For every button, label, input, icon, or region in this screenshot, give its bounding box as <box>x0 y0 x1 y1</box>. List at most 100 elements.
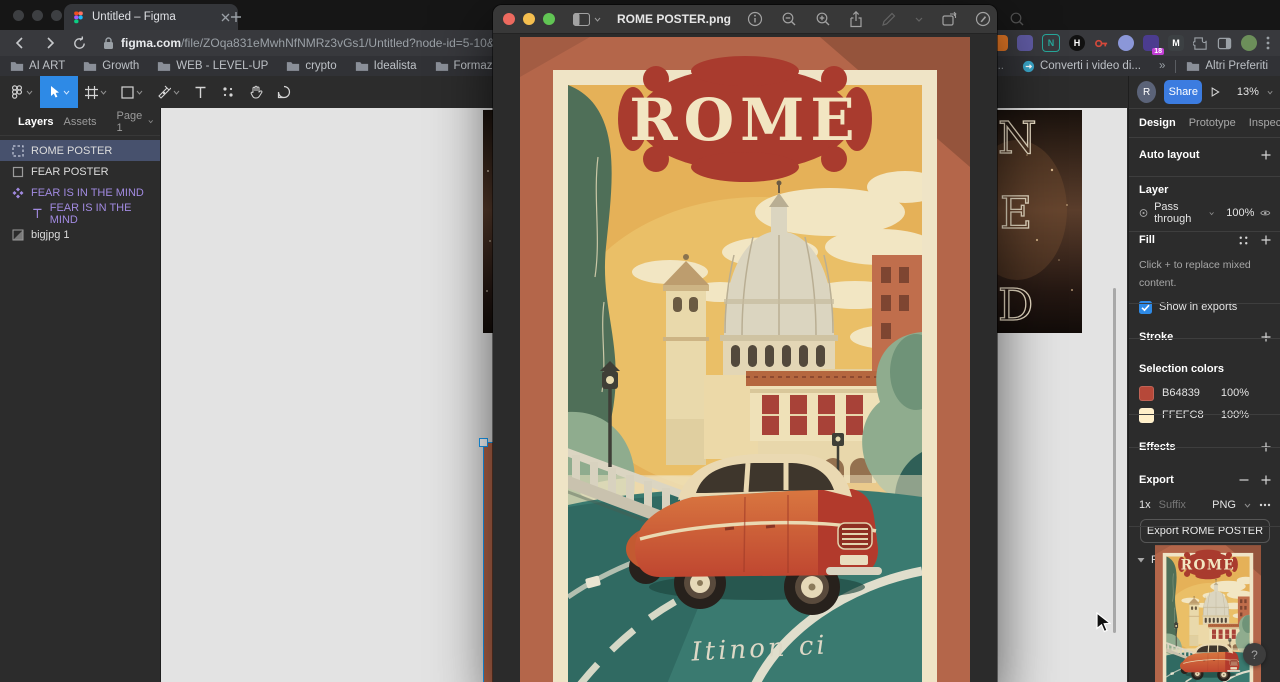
layer-row-fear-poster[interactable]: FEAR POSTER <box>0 161 160 182</box>
page-selector[interactable]: Page 1 <box>117 110 154 134</box>
tab-close-icon[interactable] <box>221 13 230 22</box>
m-extension-icon[interactable]: M <box>1168 35 1184 51</box>
color-opacity-cream[interactable]: 100% <box>1221 409 1249 421</box>
new-tab-icon[interactable] <box>230 11 242 23</box>
layer-opacity-value[interactable]: 100% <box>1226 207 1254 219</box>
tab-inspect[interactable]: Inspect <box>1249 117 1280 129</box>
help-button[interactable]: ? <box>1243 643 1266 666</box>
resources-tool[interactable] <box>214 76 242 108</box>
forward-icon[interactable] <box>42 35 58 51</box>
moon-extension-icon[interactable] <box>1118 35 1134 51</box>
browser-tab[interactable]: Untitled – Figma <box>64 4 238 30</box>
reload-icon[interactable] <box>72 36 87 51</box>
eye-icon[interactable] <box>1260 208 1271 218</box>
shape-tool[interactable] <box>114 76 150 108</box>
bookmark-growth[interactable]: Growth <box>83 60 139 72</box>
bookmark-ai-art[interactable]: AI ART <box>10 60 65 72</box>
pen-tool[interactable] <box>150 76 187 108</box>
rotate-icon[interactable] <box>941 11 957 27</box>
tab-design[interactable]: Design <box>1139 117 1176 129</box>
back-icon[interactable] <box>12 35 28 51</box>
purple-extension-icon[interactable] <box>1017 35 1033 51</box>
bookmark-crypto[interactable]: crypto <box>286 60 336 72</box>
window-minimize-icon[interactable] <box>32 10 43 21</box>
color-swatch-cream[interactable] <box>1139 408 1154 423</box>
address-bar[interactable]: figma.com/file/ZOqa831eMwhNfNMRz3vGs1/Un… <box>121 36 521 50</box>
window-zoom-icon[interactable] <box>51 10 62 21</box>
extensions-puzzle-icon[interactable] <box>1193 36 1208 51</box>
layer-row-fear-text[interactable]: FEAR IS IN THE MIND <box>0 203 160 224</box>
zoom-level[interactable]: 13% <box>1237 86 1259 98</box>
styles-icon[interactable] <box>1238 235 1249 246</box>
side-panel-icon[interactable] <box>1217 36 1232 51</box>
remove-export-icon[interactable] <box>1239 475 1249 485</box>
tab-layers[interactable]: Layers <box>18 116 53 128</box>
disclosure-triangle-icon[interactable] <box>1137 557 1145 563</box>
blend-mode-value[interactable]: Pass through <box>1154 201 1203 225</box>
add-stroke-icon[interactable] <box>1261 332 1271 342</box>
browser-menu-icon[interactable] <box>1266 36 1270 50</box>
chevron-down-icon[interactable] <box>1209 211 1214 216</box>
minimize-icon[interactable] <box>523 13 535 25</box>
export-scale[interactable]: 1x <box>1139 499 1151 511</box>
color-opacity-red[interactable]: 100% <box>1221 387 1249 399</box>
component-icon <box>12 187 24 199</box>
window-close-icon[interactable] <box>13 10 24 21</box>
h-extension-icon[interactable]: H <box>1069 35 1085 51</box>
bookmark-idealista[interactable]: Idealista <box>355 60 417 72</box>
blend-mode-icon[interactable] <box>1139 207 1148 219</box>
search-icon[interactable] <box>1009 11 1025 27</box>
figma-main-menu[interactable] <box>0 76 40 108</box>
preview-titlebar[interactable]: ROME POSTER.png <box>493 5 997 34</box>
sidebar-toggle-icon[interactable] <box>573 13 590 26</box>
share-icon[interactable] <box>849 11 863 28</box>
export-rome-poster-button[interactable]: Export ROME POSTER <box>1140 519 1270 543</box>
present-icon[interactable] <box>1210 86 1220 98</box>
color-hex-cream[interactable]: FFEFC8 <box>1162 409 1204 421</box>
tower-extension-icon[interactable]: 18 <box>1143 35 1159 51</box>
canvas-scrollbar[interactable] <box>1113 288 1116 633</box>
profile-avatar[interactable] <box>1241 35 1257 51</box>
bookmark-converti-video[interactable]: Converti i video di... <box>1022 60 1141 73</box>
bookmarks-overflow-chevron[interactable]: » <box>1159 60 1165 72</box>
key-extension-icon[interactable] <box>1094 36 1109 51</box>
chevron-down-icon[interactable] <box>1267 90 1273 95</box>
hand-tool[interactable] <box>242 76 270 108</box>
chevron-down-icon[interactable] <box>915 17 923 22</box>
info-icon[interactable] <box>747 11 763 27</box>
chevron-down-icon[interactable] <box>594 17 601 22</box>
mouse-cursor <box>1096 612 1111 633</box>
close-icon[interactable] <box>503 13 515 25</box>
maximize-icon[interactable] <box>543 13 555 25</box>
fear-poster-canvas-fragment[interactable]: N E D <box>997 110 1082 333</box>
export-suffix-field[interactable]: Suffix <box>1159 499 1186 511</box>
layer-row-rome-poster[interactable]: ROME POSTER <box>0 140 160 161</box>
comment-tool[interactable] <box>270 76 298 108</box>
text-tool[interactable] <box>187 76 214 108</box>
n-extension-icon[interactable]: N <box>1042 34 1060 52</box>
add-fill-icon[interactable] <box>1261 235 1271 245</box>
color-hex-red[interactable]: B64839 <box>1162 387 1200 399</box>
layer-row-bigjpg[interactable]: bigjpg 1 <box>0 224 160 245</box>
other-bookmarks-folder[interactable]: Altri Preferiti <box>1186 60 1268 72</box>
tab-prototype[interactable]: Prototype <box>1189 117 1236 129</box>
zoom-out-icon[interactable] <box>781 11 797 27</box>
user-avatar[interactable]: R <box>1137 81 1156 103</box>
color-swatch-red[interactable] <box>1139 386 1154 401</box>
export-options-icon[interactable] <box>1259 503 1271 507</box>
zoom-in-icon[interactable] <box>815 11 831 27</box>
tab-assets[interactable]: Assets <box>63 116 96 128</box>
export-format[interactable]: PNG <box>1212 499 1236 511</box>
markup-pen-icon[interactable] <box>881 11 897 27</box>
markup-toolbar-icon[interactable] <box>975 11 991 27</box>
bookmark-web-level-up[interactable]: WEB - LEVEL-UP <box>157 60 268 72</box>
share-button[interactable]: Share <box>1164 80 1202 104</box>
chevron-down-icon[interactable] <box>1244 503 1251 508</box>
rome-poster-image[interactable] <box>520 37 970 682</box>
frame-tool[interactable] <box>78 76 114 108</box>
selection-handle[interactable] <box>479 438 488 447</box>
move-tool[interactable] <box>40 76 78 108</box>
add-export-icon[interactable] <box>1261 475 1271 485</box>
add-auto-layout-icon[interactable] <box>1261 150 1271 160</box>
layer-row-fear-component[interactable]: FEAR IS IN THE MIND <box>0 182 160 203</box>
